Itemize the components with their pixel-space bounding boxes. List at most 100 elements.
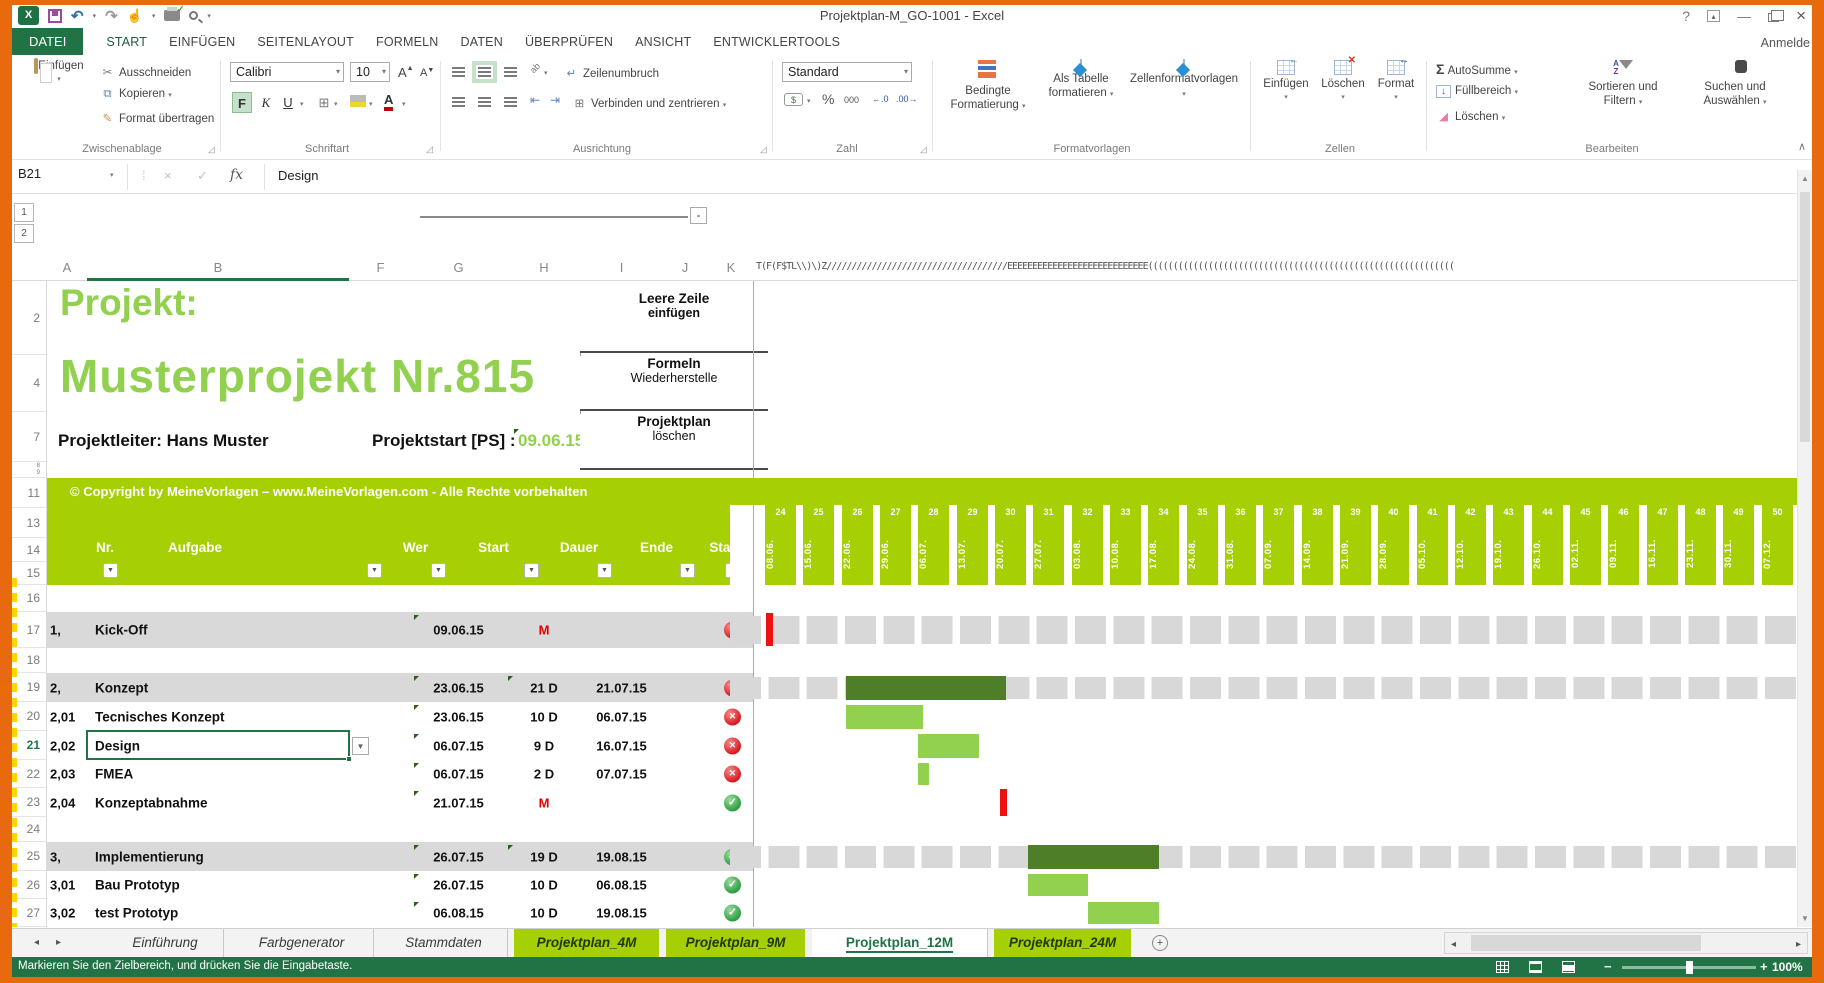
borders-button[interactable]: ⊞ [314,92,334,113]
comma-style-icon[interactable]: 000 [844,95,859,105]
outline-level-2-button[interactable]: 2 [14,224,34,243]
tab-start[interactable]: START [95,29,158,55]
page-break-view-icon[interactable] [1562,961,1575,973]
row-number[interactable]: 8 9 [12,462,46,478]
underline-button[interactable]: U [278,92,298,113]
align-center-icon[interactable] [478,97,491,107]
filter-dropdown-button[interactable]: ▼ [367,563,382,578]
page-layout-view-icon[interactable] [1529,961,1542,973]
copy-button[interactable]: ⧉ Kopieren ▾ [100,88,171,101]
zoom-in-button[interactable]: + [1760,959,1768,974]
sheet-tab[interactable]: Projektplan_4M [514,929,660,957]
column-header[interactable]: G [412,260,505,275]
cancel-entry-icon[interactable]: × [164,168,172,183]
column-header[interactable]: A [47,260,87,275]
sign-in-label[interactable]: Anmelde [1761,36,1810,50]
align-top-icon[interactable] [452,67,465,77]
row-number[interactable]: 15 [12,562,46,585]
macro-button[interactable]: Leere Zeile einfügen [580,291,768,353]
column-header[interactable]: H [505,260,583,275]
paste-button[interactable]: Einfügen ▾ [30,58,88,84]
zoom-percentage[interactable]: 100% [1772,960,1803,974]
vertical-scroll-thumb[interactable] [1800,192,1810,442]
zoom-out-button[interactable]: − [1604,959,1612,974]
zoom-slider[interactable] [1622,961,1756,974]
insert-cells-button[interactable]: ← Einfügen ▾ [1258,55,1314,102]
increase-indent-icon[interactable]: ⇥ [550,93,560,107]
decrease-indent-icon[interactable]: ⇤ [530,93,540,107]
grow-font-button[interactable]: A▲ [398,65,414,80]
close-button[interactable]: × [1796,6,1806,26]
decrease-decimal-icon[interactable]: .00→ [896,94,918,104]
filter-dropdown-button[interactable]: ▼ [524,563,539,578]
number-format-combo[interactable]: Standard ▾ [782,62,912,82]
sheet-tab[interactable]: Projektplan_12M [812,929,988,957]
restore-button[interactable] [1768,10,1785,22]
zoom-slider-thumb[interactable] [1686,961,1693,974]
task-row[interactable]: 3,01 Bau Prototyp 26.07.15 10 D 06.08.15 [12,871,1798,899]
filter-dropdown-button[interactable]: ▼ [680,563,695,578]
horizontal-scroll-thumb[interactable] [1471,935,1701,951]
underline-dropdown-icon[interactable]: ▾ [300,100,304,108]
name-box-dropdown-icon[interactable]: ▾ [110,171,114,179]
row-number[interactable]: 14 [12,538,46,562]
wrap-text-button[interactable]: ↵ Zeilenumbruch [564,66,659,80]
tab-datei[interactable]: DATEI [12,28,84,55]
collapse-ribbon-icon[interactable]: ∧ [1798,140,1806,153]
fill-color-icon[interactable] [350,95,366,107]
sheet-tab[interactable]: Einführung [107,929,224,957]
formula-bar-value[interactable]: Design [278,168,318,183]
row-number[interactable]: 7 [12,412,46,462]
column-header[interactable]: I [583,260,660,275]
shrink-font-button[interactable]: A▼ [420,67,434,79]
horizontal-scrollbar[interactable]: ◂ ▸ [1444,932,1808,954]
delete-cells-button[interactable]: ✕ Löschen ▾ [1316,55,1370,102]
sheet-tab[interactable]: Farbgenerator [230,929,374,957]
cell-dropdown-button[interactable]: ▼ [352,737,369,755]
merge-center-button[interactable]: ⊞ Verbinden und zentrieren ▾ [572,96,727,110]
percent-style-icon[interactable]: % [822,91,834,107]
tab-ansicht[interactable]: ANSICHT [624,29,702,55]
sort-filter-button[interactable]: AZ Sortieren und Filtern ▾ [1568,60,1678,110]
orientation-icon[interactable]: ab [528,61,542,75]
align-middle-icon[interactable] [472,61,497,83]
add-sheet-button[interactable]: + [1152,935,1168,951]
tab-daten[interactable]: DATEN [450,29,514,55]
find-select-button[interactable]: Suchen und Auswählen ▾ [1680,60,1790,110]
column-header[interactable]: F [349,260,412,275]
font-dialog-launcher-icon[interactable]: ◿ [426,144,433,155]
font-color-icon[interactable]: A [384,93,394,111]
active-cell-selection[interactable] [86,730,352,762]
sheet-tab[interactable]: Stammdaten [380,929,508,957]
row-number[interactable]: 11 [12,478,46,508]
bold-button[interactable]: F [232,92,252,113]
name-box[interactable]: B21 [18,166,118,181]
number-dialog-launcher-icon[interactable]: ◿ [920,144,927,155]
tab-formeln[interactable]: FORMELN [365,29,450,55]
clipboard-dialog-launcher-icon[interactable]: ◿ [208,144,215,155]
scroll-down-icon[interactable]: ▼ [1801,914,1809,923]
clear-button[interactable]: ◢ Löschen ▾ [1436,109,1505,123]
align-right-icon[interactable] [504,97,517,107]
alignment-dialog-launcher-icon[interactable]: ◿ [760,144,767,155]
normal-view-icon[interactable] [1496,961,1509,973]
conditional-formatting-button[interactable]: Bedingte Formatierung ▾ [942,60,1034,114]
filter-dropdown-button[interactable]: ▼ [597,563,612,578]
insert-function-icon[interactable]: fx [230,167,243,183]
align-left-icon[interactable] [452,97,465,107]
tab-einfuegen[interactable]: EINFÜGEN [158,29,246,55]
tab-ueberpruefen[interactable]: ÜBERPRÜFEN [514,29,624,55]
sheet-tab[interactable]: Projektplan_9M [666,929,806,957]
tab-seitenlayout[interactable]: SEITENLAYOUT [246,29,365,55]
filter-dropdown-button[interactable]: ▼ [103,563,118,578]
align-bottom-icon[interactable] [504,67,517,77]
task-row[interactable]: 2,04 Konzeptabnahme 21.07.15 M [12,788,1798,817]
row-number[interactable]: 16 [12,585,46,612]
increase-decimal-icon[interactable]: ←.0 [872,94,889,104]
sheet-tab[interactable]: Projektplan_24M [994,929,1132,957]
ribbon-display-options-button[interactable]: ▴ [1707,10,1721,22]
column-header[interactable]: K [710,260,752,275]
column-header[interactable]: J [660,260,710,275]
format-cells-button[interactable]: ↔ Format ▾ [1372,55,1420,102]
row-number[interactable]: 13 [12,508,46,538]
